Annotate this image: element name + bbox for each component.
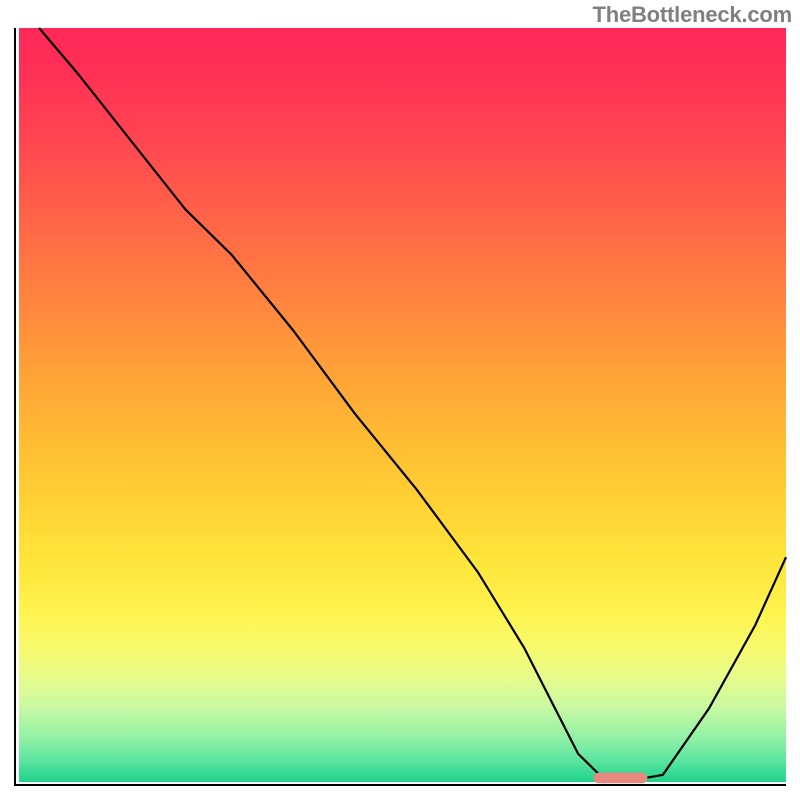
chart-overlay xyxy=(16,28,786,784)
plot-area xyxy=(14,28,786,786)
chart-canvas: TheBottleneck.com xyxy=(0,0,800,800)
bottleneck-curve xyxy=(39,28,786,780)
optimal-range-marker xyxy=(594,773,648,784)
watermark-text: TheBottleneck.com xyxy=(592,2,792,28)
